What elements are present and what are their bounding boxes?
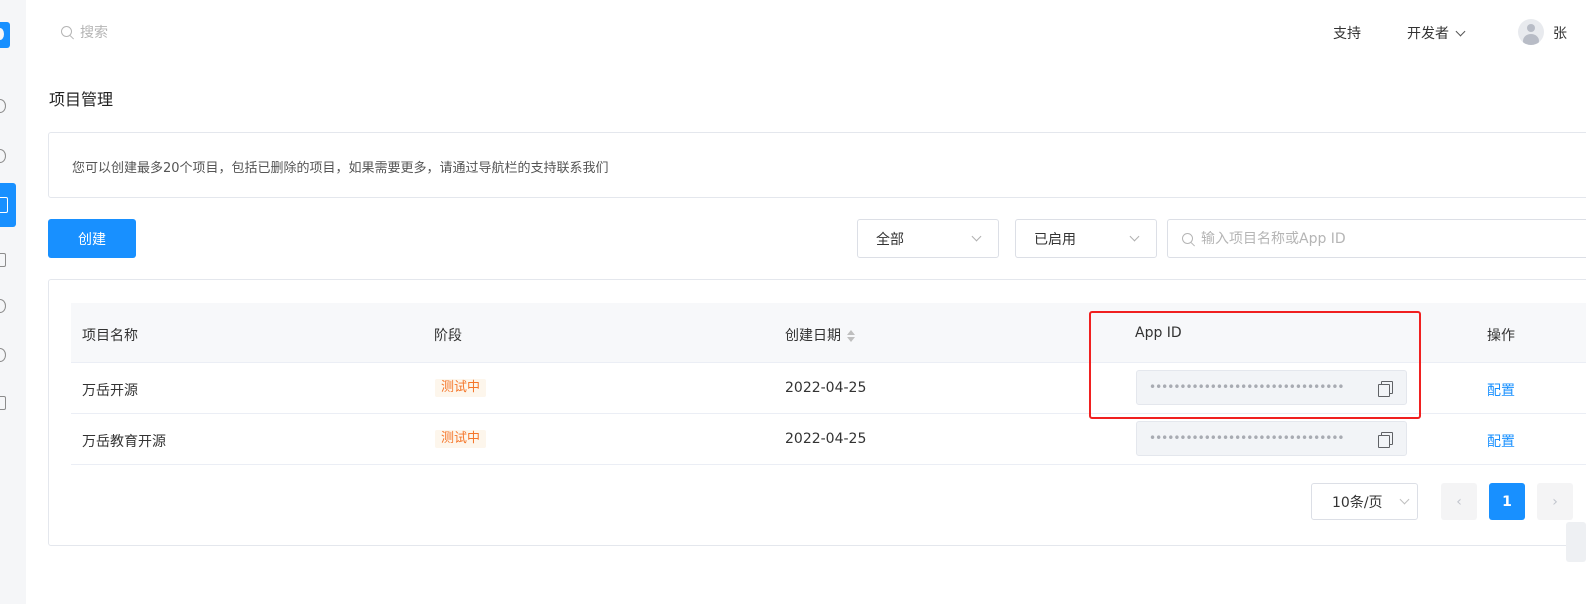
stage-badge: 测试中	[435, 430, 487, 448]
share-icon[interactable]	[0, 348, 6, 362]
copy-icon[interactable]	[1378, 432, 1393, 448]
project-search[interactable]	[1167, 219, 1586, 258]
stage-filter-value: 全部	[876, 231, 904, 248]
column-header-name: 项目名称	[82, 328, 138, 344]
status-filter-select[interactable]: 已启用	[1015, 219, 1157, 258]
prev-page-button[interactable]: ‹	[1441, 483, 1477, 520]
page-title: 项目管理	[49, 90, 114, 109]
chevron-down-icon	[1399, 494, 1409, 505]
page-1-button[interactable]: 1	[1489, 483, 1525, 520]
table-row-2-name: 万岳教育开源	[82, 434, 166, 450]
chevron-down-icon	[1129, 231, 1140, 242]
column-header-date-label: 创建日期	[785, 328, 841, 344]
column-header-stage: 阶段	[434, 328, 462, 344]
row-divider	[71, 464, 1586, 465]
page-size-value: 10条/页	[1332, 494, 1383, 511]
configure-link[interactable]: 配置	[1487, 431, 1515, 451]
device-icon[interactable]	[0, 396, 6, 410]
table-row-1-name: 万岳开源	[82, 383, 138, 399]
global-search[interactable]: 搜索	[60, 22, 108, 42]
sidebar	[0, 0, 26, 604]
search-icon	[1181, 232, 1195, 246]
column-header-date[interactable]: 创建日期	[785, 325, 855, 345]
configure-link[interactable]: 配置	[1487, 380, 1515, 400]
sidebar-item-projects[interactable]	[0, 183, 16, 227]
global-search-placeholder: 搜索	[80, 25, 108, 41]
table-row-2-date: 2022-04-25	[785, 431, 867, 447]
dashboard-icon[interactable]	[0, 99, 6, 113]
search-icon	[60, 25, 74, 39]
create-button[interactable]: 创建	[48, 219, 136, 258]
avatar[interactable]	[1518, 19, 1544, 45]
support-link[interactable]: 支持	[1333, 23, 1361, 43]
status-filter-value: 已启用	[1034, 231, 1076, 248]
page-size-select[interactable]: 10条/页	[1311, 483, 1418, 520]
sort-icon[interactable]	[847, 330, 855, 342]
column-header-actions: 操作	[1487, 328, 1515, 344]
appid-value: ••••••••••••••••••••••••••••••••	[1149, 431, 1344, 445]
developer-label: 开发者	[1407, 26, 1449, 42]
stage-filter-select[interactable]: 全部	[857, 219, 999, 258]
chevron-down-icon	[1455, 26, 1466, 36]
database-icon[interactable]	[0, 299, 6, 313]
user-name[interactable]: 张	[1553, 23, 1567, 43]
notice-text: 您可以创建最多20个项目，包括已删除的项目，如果需要更多，请通过导航栏的支持联系…	[72, 161, 609, 176]
stage-badge: 测试中	[435, 379, 487, 397]
analytics-icon[interactable]	[0, 149, 6, 163]
logo-icon[interactable]	[0, 22, 10, 48]
scrollbar[interactable]	[1566, 522, 1586, 562]
next-page-button[interactable]: ›	[1537, 483, 1573, 520]
project-search-input[interactable]	[1201, 230, 1581, 247]
monitor-icon[interactable]	[0, 253, 6, 267]
chevron-down-icon	[971, 231, 982, 242]
developer-menu[interactable]: 开发者	[1407, 23, 1466, 43]
appid-field: ••••••••••••••••••••••••••••••••	[1136, 421, 1407, 456]
notice-banner: 您可以创建最多20个项目，包括已删除的项目，如果需要更多，请通过导航栏的支持联系…	[48, 132, 1586, 198]
table-row-1-date: 2022-04-25	[785, 380, 867, 396]
appid-highlight-box	[1089, 311, 1421, 419]
